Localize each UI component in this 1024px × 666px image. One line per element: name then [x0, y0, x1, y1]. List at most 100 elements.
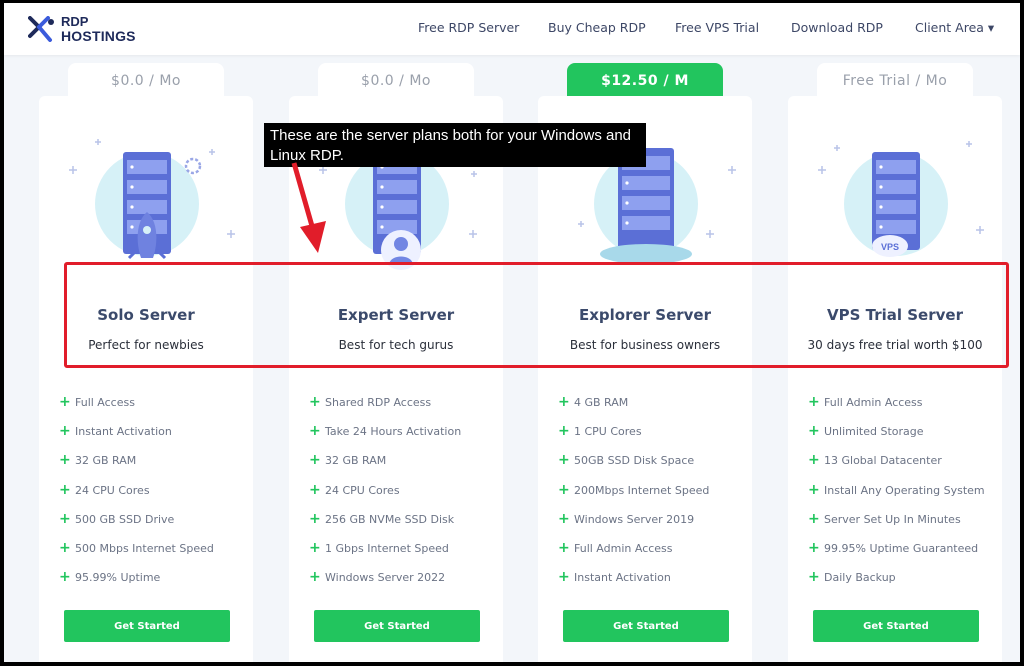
server-rocket-illustration — [69, 139, 235, 260]
feature-item: +99.95% Uptime Guaranteed — [808, 534, 985, 563]
feature-list: + Full Access + Instant Activation +32 GB … — [59, 388, 214, 592]
feature-text: Install Any Operating System — [824, 483, 985, 497]
vps-badge-text: VPS — [881, 242, 899, 252]
feature-item: +50GB SSD Disk Space — [558, 446, 709, 475]
get-started-button[interactable]: Get Started — [563, 610, 729, 642]
feature-item: +1 CPU Cores — [558, 417, 709, 446]
server-vps-illustration: VPS — [818, 141, 984, 257]
plus-icon: + — [808, 394, 820, 411]
nav-download-rdp[interactable]: Download RDP — [791, 20, 883, 35]
feature-item: + Full Admin Access — [808, 388, 985, 417]
plus-icon: + — [808, 540, 820, 557]
price-tab-expert: $0.0 / Mo — [318, 63, 474, 99]
feature-item: +24 CPU Cores — [59, 476, 214, 505]
feature-item: +4 GB RAM — [558, 388, 709, 417]
plus-icon: + — [59, 540, 71, 557]
feature-list: + Full Admin Access + Unlimited Storage +1… — [808, 388, 985, 592]
feature-text: 24 CPU Cores — [75, 483, 150, 497]
feature-item: + Unlimited Storage — [808, 417, 985, 446]
feature-text: Windows Server 2022 — [325, 571, 446, 585]
feature-item: + Install Any Operating System — [808, 476, 985, 505]
feature-item: + Windows Server 2022 — [309, 563, 461, 592]
plus-icon: + — [808, 452, 820, 469]
plus-icon: + — [309, 569, 321, 586]
feature-text: Instant Activation — [75, 425, 172, 439]
feature-item: +1 Gbps Internet Speed — [309, 534, 461, 563]
feature-item: +13 Global Datacenter — [808, 446, 985, 475]
feature-item: +200Mbps Internet Speed — [558, 476, 709, 505]
plus-icon: + — [808, 510, 820, 527]
feature-text: 1 CPU Cores — [574, 425, 642, 439]
site-header: RDP HOSTINGS Free RDP Server Buy Cheap R… — [4, 3, 1020, 55]
plus-icon: + — [558, 452, 570, 469]
feature-item: + Instant Activation — [558, 563, 709, 592]
nav-free-vps-trial[interactable]: Free VPS Trial — [675, 20, 759, 35]
feature-text: Unlimited Storage — [824, 425, 924, 439]
plus-icon: + — [59, 423, 71, 440]
feature-item: + Server Set Up In Minutes — [808, 505, 985, 534]
feature-item: + Full Access — [59, 388, 214, 417]
feature-text: Full Admin Access — [574, 542, 673, 556]
feature-text: Take 24 Hours Activation — [325, 425, 462, 439]
logo-text-hostings: HOSTINGS — [61, 28, 136, 44]
feature-text: 13 Global Datacenter — [824, 454, 942, 468]
feature-item: +32 GB RAM — [59, 446, 214, 475]
price-tab-solo: $0.0 / Mo — [68, 63, 224, 99]
plus-icon: + — [59, 394, 71, 411]
plus-icon: + — [59, 510, 71, 527]
get-started-button[interactable]: Get Started — [314, 610, 480, 642]
feature-list: + Shared RDP Access + Take 24 Hours Activa… — [309, 388, 461, 592]
nav-buy-cheap-rdp[interactable]: Buy Cheap RDP — [548, 20, 646, 35]
feature-item: + Full Admin Access — [558, 534, 709, 563]
site-logo[interactable]: RDP HOSTINGS — [28, 14, 158, 46]
nav-client-area-dropdown[interactable]: Client Area ▾ — [915, 20, 994, 35]
feature-item: +500 GB SSD Drive — [59, 505, 214, 534]
plus-icon: + — [558, 423, 570, 440]
feature-text: Daily Backup — [824, 571, 896, 585]
plan-card-vps-trial: VPS VPS Trial Server 30 days free trial … — [788, 96, 1002, 662]
feature-text: 256 GB NVMe SSD Disk — [325, 512, 455, 526]
plus-icon: + — [558, 481, 570, 498]
feature-item: + Shared RDP Access — [309, 388, 461, 417]
feature-text: 200Mbps Internet Speed — [574, 483, 710, 497]
feature-item: +32 GB RAM — [309, 446, 461, 475]
feature-item: +500 Mbps Internet Speed — [59, 534, 214, 563]
feature-item: + Daily Backup — [808, 563, 985, 592]
plus-icon: + — [59, 452, 71, 469]
get-started-button[interactable]: Get Started — [64, 610, 230, 642]
feature-text: 32 GB RAM — [75, 454, 137, 468]
get-started-button[interactable]: Get Started — [813, 610, 979, 642]
annotation-arrow-icon — [291, 162, 326, 253]
feature-text: Server Set Up In Minutes — [824, 512, 961, 526]
plus-icon: + — [59, 481, 71, 498]
feature-text: Shared RDP Access — [325, 396, 432, 410]
price-tab-explorer: $12.50 / M — [567, 63, 723, 99]
feature-text: 95.99% Uptime — [75, 571, 161, 585]
logo-mark-icon — [28, 16, 54, 42]
logo-text-rdp: RDP — [61, 14, 89, 29]
feature-text: Full Admin Access — [824, 396, 923, 410]
feature-text: 4 GB RAM — [574, 396, 629, 410]
feature-text: 24 CPU Cores — [325, 483, 400, 497]
feature-text: 500 Mbps Internet Speed — [75, 542, 214, 556]
feature-text: 50GB SSD Disk Space — [574, 454, 695, 468]
feature-item: + Instant Activation — [59, 417, 214, 446]
feature-list: +4 GB RAM +1 CPU Cores +50GB SSD Disk Sp… — [558, 388, 709, 592]
plus-icon: + — [558, 510, 570, 527]
feature-item: + Windows Server 2019 — [558, 505, 709, 534]
feature-item: + Take 24 Hours Activation — [309, 417, 461, 446]
plus-icon: + — [558, 540, 570, 557]
plus-icon: + — [309, 394, 321, 411]
plus-icon: + — [808, 423, 820, 440]
plus-icon: + — [309, 452, 321, 469]
plus-icon: + — [309, 510, 321, 527]
feature-text: 99.95% Uptime Guaranteed — [824, 542, 979, 556]
feature-item: +24 CPU Cores — [309, 476, 461, 505]
annotation-highlight-box — [64, 262, 1009, 368]
nav-free-rdp-server[interactable]: Free RDP Server — [418, 20, 519, 35]
plus-icon: + — [808, 569, 820, 586]
plan-card-solo: Solo Server Perfect for newbies + Full Ac… — [39, 96, 253, 662]
plus-icon: + — [558, 569, 570, 586]
plus-icon: + — [309, 481, 321, 498]
plus-icon: + — [808, 481, 820, 498]
